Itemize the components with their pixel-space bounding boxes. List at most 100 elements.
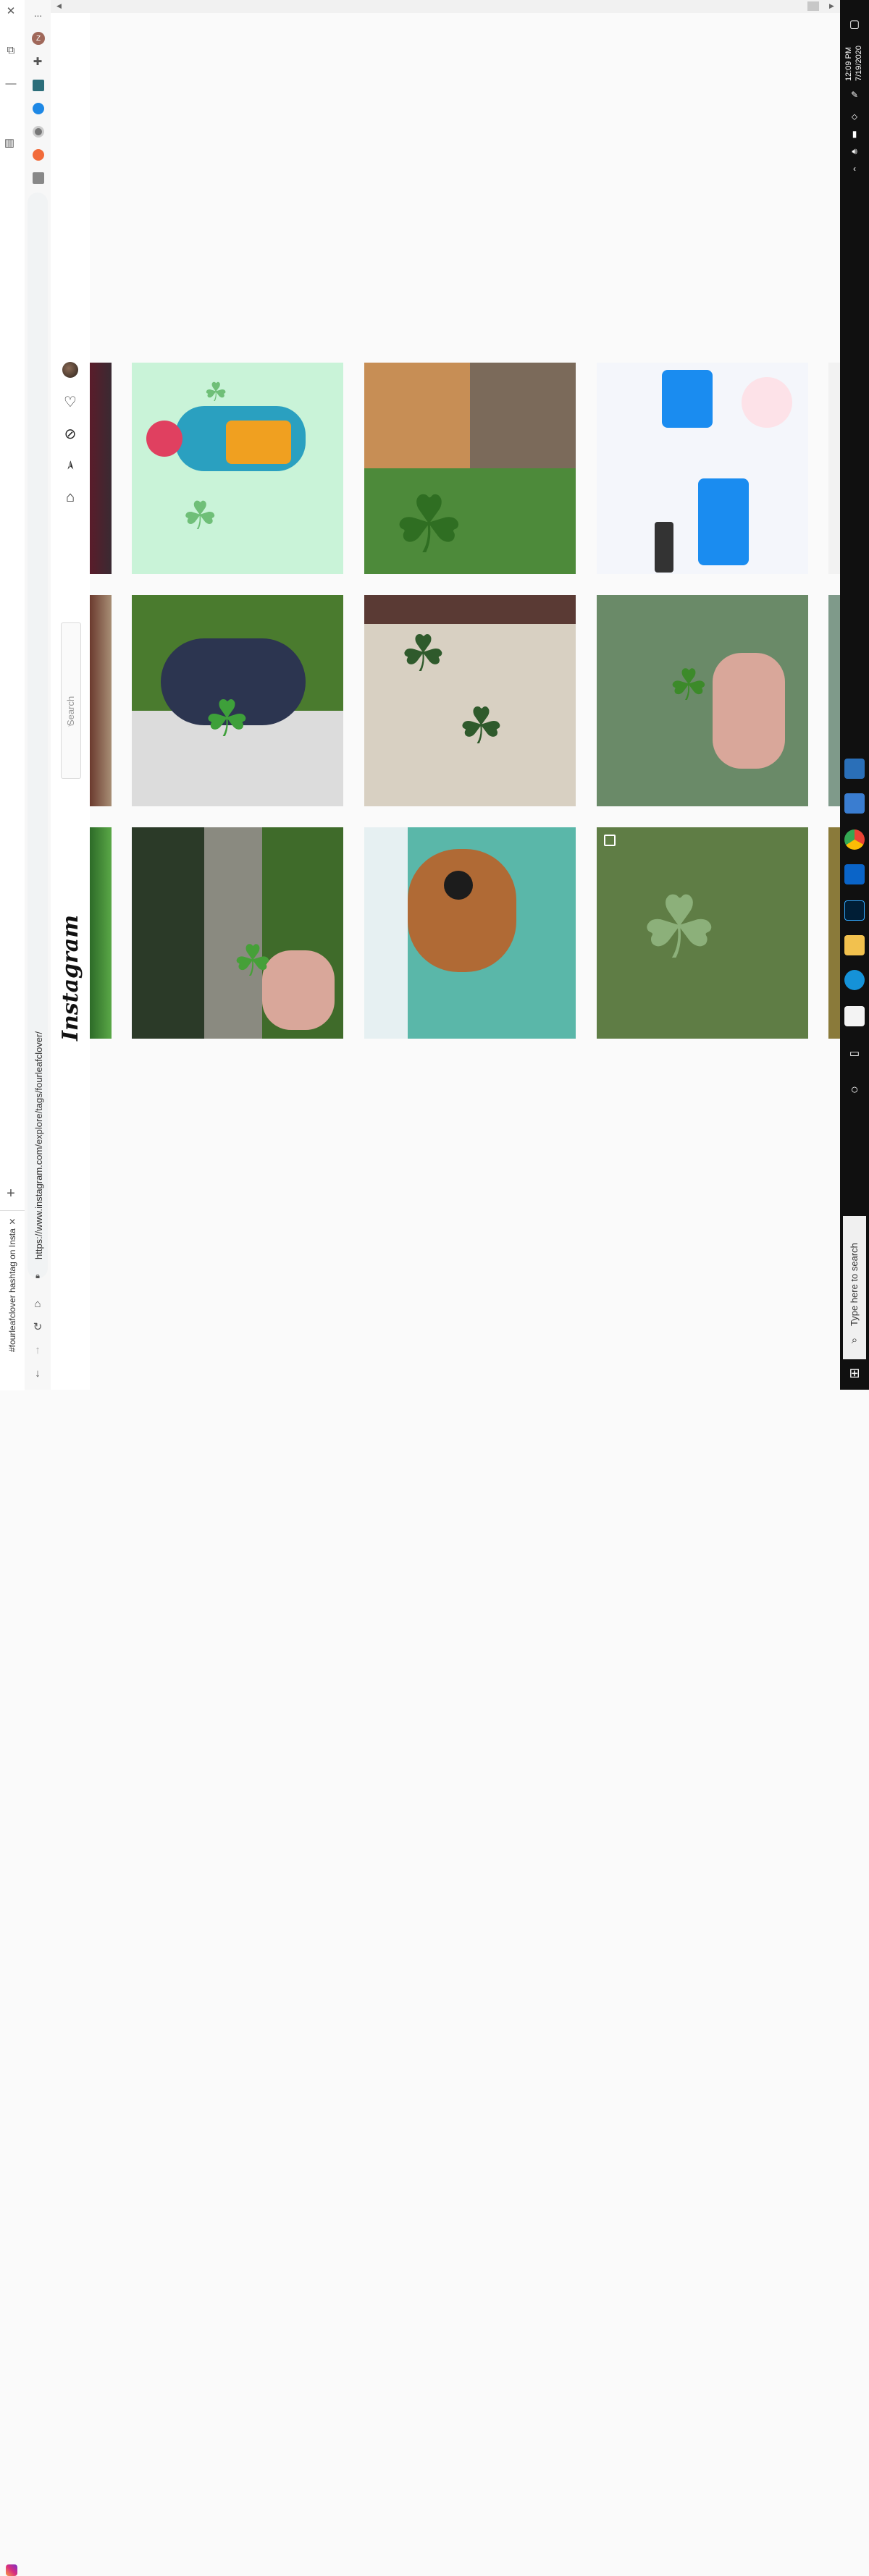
clock-time[interactable]: 12:09 PM <box>844 47 853 81</box>
reload-icon[interactable]: ↻ <box>30 1319 46 1335</box>
post-chat-screenshot[interactable] <box>597 363 808 574</box>
instagram-favicon-icon <box>6 2564 17 2576</box>
clover-icon: ☘ <box>669 661 708 709</box>
sky-shape <box>364 827 408 1039</box>
horizontal-scrollbar[interactable]: ◀ ▶ <box>51 0 840 14</box>
dog-face-shape <box>408 849 516 972</box>
sidebar-icon[interactable]: ▥ <box>1 135 17 151</box>
hand-shape <box>262 950 335 1030</box>
extension-grey-icon[interactable] <box>33 172 44 184</box>
post-field-clover[interactable]: ☘ <box>132 827 343 1039</box>
post-hand-clover[interactable]: ☘ <box>597 595 808 806</box>
scroll-thumb[interactable] <box>807 1 819 11</box>
home-icon[interactable]: ⌂ <box>30 1296 46 1312</box>
file-explorer-icon[interactable] <box>844 935 865 955</box>
chrome-app-icon[interactable] <box>844 829 865 850</box>
outlook-app-icon[interactable] <box>844 864 865 884</box>
extension-blue-icon[interactable] <box>33 103 44 114</box>
clock-date[interactable]: 7/19/2020 <box>855 46 863 81</box>
partial-tile[interactable] <box>90 827 112 1039</box>
taskbar-search-placeholder: Type here to search <box>849 1243 860 1326</box>
chat-bubble-shape <box>662 370 713 428</box>
post-cats-clover[interactable]: ☘ <box>364 363 576 574</box>
tab-actions-icon[interactable]: ⧉ <box>3 42 19 58</box>
extension-orange-icon[interactable] <box>33 149 44 161</box>
explore-icon[interactable]: ⊘ <box>62 426 78 442</box>
sticker-shape <box>742 377 792 428</box>
hand-shape <box>713 653 785 769</box>
home-icon[interactable]: ⌂ <box>62 489 78 505</box>
menu-icon[interactable]: ··· <box>30 7 46 23</box>
partial-tile[interactable] <box>828 595 840 806</box>
partial-tile[interactable] <box>828 363 840 574</box>
direct-icon[interactable]: ➢ <box>62 457 78 473</box>
store-app-icon[interactable] <box>844 1006 865 1026</box>
task-view-icon[interactable]: ▭ <box>847 1045 862 1061</box>
clover-icon: ☘ <box>458 698 504 754</box>
clover-icon: ☘ <box>204 377 228 407</box>
tab-close-icon[interactable]: ✕ <box>4 1214 20 1230</box>
dog-nose-shape <box>444 871 473 900</box>
scroll-left-icon[interactable]: ◀ <box>56 2 62 10</box>
cortana-icon[interactable]: ○ <box>847 1081 862 1097</box>
cartoon-head-shape <box>146 421 182 457</box>
url-text[interactable]: https://www.instagram.com/explore/tags/f… <box>33 1031 44 1259</box>
post-dog-teal[interactable] <box>364 827 576 1039</box>
edge-app-icon[interactable] <box>844 970 865 990</box>
clover-icon: ☘ <box>400 625 446 682</box>
clover-icon: ☘ <box>393 481 465 570</box>
windows-start-icon[interactable]: ⊞ <box>847 1365 862 1381</box>
explore-content: ☘ ☘ ☘ ☘ ☘ ☘ ☘ ☘ ☘ <box>90 13 840 1390</box>
close-window-icon[interactable]: ✕ <box>3 3 19 19</box>
battery-icon[interactable]: ▮ <box>847 126 862 142</box>
forward-icon[interactable]: ↑ <box>30 1342 46 1358</box>
clover-icon: ☘ <box>233 937 272 985</box>
trees-shape <box>132 827 204 1039</box>
clover-icon: ☘ <box>182 494 218 538</box>
partial-tile[interactable] <box>90 363 112 574</box>
dropbox-icon[interactable]: ⬦ <box>847 109 862 124</box>
settings-app-icon[interactable] <box>844 793 865 814</box>
action-center-icon[interactable]: ▢ <box>847 16 862 32</box>
post-pressed-clover[interactable]: ☘ ☘ <box>364 595 576 806</box>
windows-taskbar: ▢ 12:09 PM 7/19/2020 ✎ ⬦ ▮ 🔊︎ ‹ ▭ ○ Type… <box>840 0 869 1390</box>
search-icon: ⌕ <box>851 1333 858 1346</box>
post-grass-clover[interactable]: ☘ <box>597 827 808 1039</box>
new-tab-icon[interactable]: + <box>3 1186 19 1202</box>
path-shape <box>204 827 262 1039</box>
pen-icon[interactable]: ✎ <box>847 87 862 103</box>
heart-icon[interactable]: ♡ <box>62 394 78 410</box>
profile-avatar[interactable]: Z <box>32 32 45 45</box>
extensions-icon[interactable]: ✚ <box>30 54 46 69</box>
partial-tile[interactable] <box>90 595 112 806</box>
clover-icon: ☘ <box>204 691 250 747</box>
cat-photo-shape <box>364 363 470 468</box>
multi-photo-icon <box>604 835 616 846</box>
post-cartoon-clover[interactable]: ☘ ☘ <box>132 363 343 574</box>
table-edge-shape <box>364 595 576 624</box>
scroll-right-icon[interactable]: ▶ <box>829 2 834 10</box>
partial-tile[interactable] <box>828 827 840 1039</box>
search-icon: ⌕ <box>68 720 72 729</box>
browser-toolbar: ··· Z ✚ https://www.instagram.com/explor… <box>25 0 51 1390</box>
photoshop-app-icon[interactable] <box>844 900 865 921</box>
instagram-header: Instagram Search ⌕ ♡ ⊘ ➢ ⌂ <box>51 13 91 1390</box>
chevron-up-icon[interactable]: ‹ <box>847 161 862 177</box>
chat-image-shape <box>655 522 673 573</box>
browser-tab-strip: ✕ ⧉ — ▥ + ✕ #fourleafclover hashtag on I… <box>0 0 25 2576</box>
clover-icon: ☘ <box>640 879 718 976</box>
volume-icon[interactable]: 🔊︎ <box>847 143 862 159</box>
instagram-logo[interactable]: Instagram <box>58 915 83 1041</box>
calendar-app-icon[interactable] <box>844 759 865 779</box>
minimize-icon[interactable]: — <box>3 75 19 91</box>
back-icon[interactable]: ↓ <box>30 1365 46 1381</box>
post-dog-clover[interactable]: ☘ <box>132 595 343 806</box>
tab-title: #fourleafclover hashtag on Insta <box>7 1228 17 1352</box>
extension-chart-icon[interactable] <box>33 80 44 91</box>
chat-bubble-shape <box>698 478 749 565</box>
lock-icon[interactable]: 🔒︎ <box>30 1268 46 1284</box>
selfie-photo-shape <box>470 363 576 468</box>
cartoon-shorts-shape <box>226 421 291 464</box>
profile-avatar-icon[interactable] <box>62 362 78 378</box>
extension-circle-icon[interactable] <box>33 126 44 138</box>
